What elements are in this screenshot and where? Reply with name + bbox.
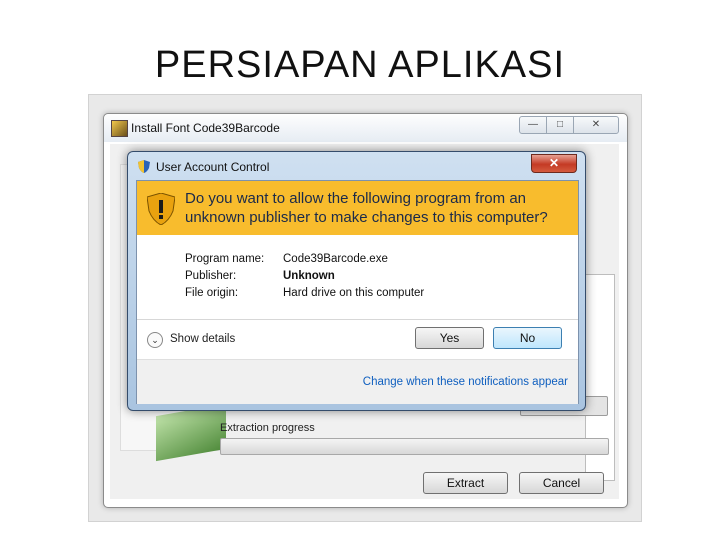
extract-button[interactable]: Extract	[423, 472, 508, 494]
uac-titlebar[interactable]: User Account Control ✕	[128, 152, 585, 180]
file-origin-label: File origin:	[185, 287, 239, 299]
publisher-value: Unknown	[283, 270, 335, 282]
warning-shield-icon	[147, 193, 175, 225]
extraction-progress-bar	[220, 438, 609, 455]
slide-title: PERSIAPAN APLIKASI	[154, 44, 566, 86]
uac-title: User Account Control	[156, 160, 270, 174]
uac-close-button[interactable]: ✕	[531, 154, 577, 173]
uac-shield-icon	[138, 160, 150, 173]
install-window-title: Install Font Code39Barcode	[131, 121, 280, 135]
program-name-value: Code39Barcode.exe	[283, 253, 388, 265]
installer-artwork	[156, 403, 226, 462]
show-details-toggle[interactable]: Show details	[170, 333, 235, 345]
no-button[interactable]: No	[493, 327, 562, 349]
publisher-label: Publisher:	[185, 270, 237, 282]
program-name-label: Program name:	[185, 253, 265, 265]
cancel-button[interactable]: Cancel	[519, 472, 604, 494]
uac-dialog: User Account Control ✕ Do you want to al…	[127, 151, 586, 411]
divider	[137, 319, 578, 320]
file-origin-value: Hard drive on this computer	[283, 287, 425, 299]
yes-button[interactable]: Yes	[415, 327, 484, 349]
minimize-button[interactable]: —	[519, 116, 547, 134]
uac-question: Do you want to allow the following progr…	[185, 190, 548, 226]
uac-footer: Change when these notifications appear	[137, 359, 578, 404]
extraction-progress-label: Extraction progress	[220, 422, 315, 434]
uac-content: Do you want to allow the following progr…	[136, 180, 579, 404]
maximize-button[interactable]: □	[546, 116, 574, 134]
notification-settings-link[interactable]: Change when these notifications appear	[363, 376, 568, 388]
warning-banner: Do you want to allow the following progr…	[137, 181, 578, 235]
app-icon	[111, 120, 128, 137]
window-close-button[interactable]: ✕	[573, 116, 619, 134]
install-titlebar[interactable]: Install Font Code39Barcode — □ ✕	[104, 114, 627, 142]
chevron-down-icon[interactable]: ⌄	[147, 332, 163, 348]
